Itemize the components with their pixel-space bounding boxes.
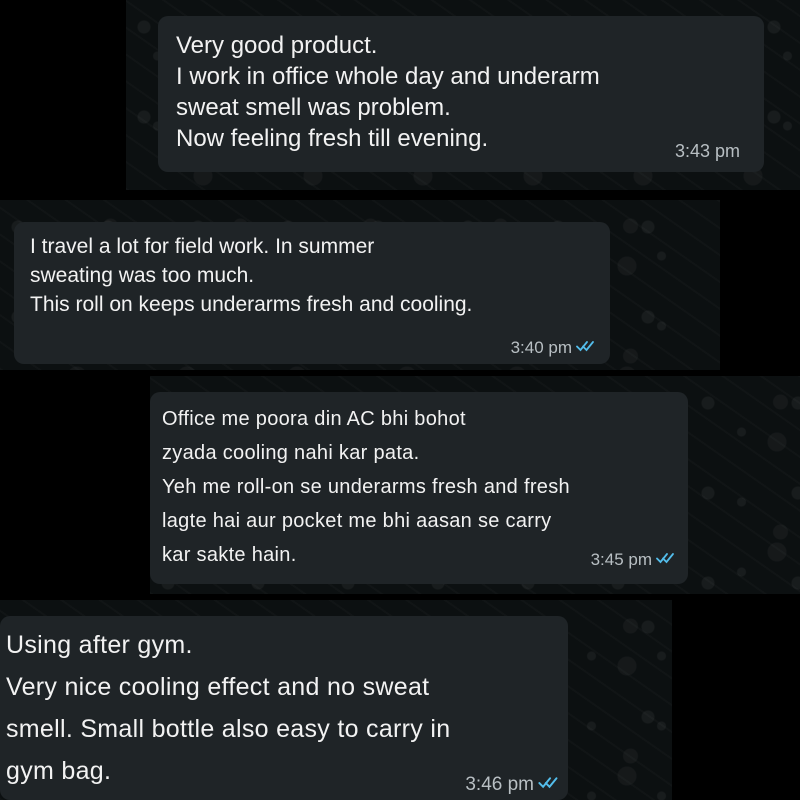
message-line: Yeh me roll-on se underarms fresh and fr… (162, 476, 570, 498)
review-screenshot-collage: Very good product. I work in office whol… (0, 0, 800, 800)
message-bubble-1[interactable]: Very good product. I work in office whol… (158, 16, 764, 172)
message-line: I travel a lot for field work. In summer (30, 235, 375, 258)
message-line: Very nice cooling effect and no sweat (6, 673, 430, 701)
message-line: Now feeling fresh till evening. (176, 125, 489, 152)
message-line: sweat smell was problem. (176, 94, 451, 121)
message-line: Office me poora din AC bhi bohot (162, 408, 466, 430)
message-line: zyada cooling nahi kar pata. (162, 442, 420, 464)
message-bubble-4[interactable]: Using after gym. Very nice cooling effec… (0, 616, 568, 800)
message-text-3: Office me poora din AC bhi bohot zyada c… (162, 402, 676, 572)
message-bubble-2[interactable]: I travel a lot for field work. In summer… (14, 222, 610, 364)
message-timestamp: 3:46 pm (465, 774, 534, 795)
chat-panel-2: I travel a lot for field work. In summer… (0, 200, 720, 370)
message-meta-1: 3:43 pm (675, 141, 740, 162)
message-line: smell. Small bottle also easy to carry i… (6, 715, 451, 743)
message-line: Using after gym. (6, 631, 193, 659)
double-check-icon (576, 338, 596, 358)
message-text-4: Using after gym. Very nice cooling effec… (6, 624, 562, 792)
double-check-icon (656, 550, 676, 570)
message-line: sweating was too much. (30, 264, 255, 287)
message-line: Very good product. (176, 32, 378, 59)
message-timestamp: 3:43 pm (674, 141, 740, 161)
chat-panel-4: Using after gym. Very nice cooling effec… (0, 600, 672, 800)
message-line: lagte hai aur pocket me bhi aasan se car… (162, 510, 552, 532)
message-meta-2: 3:40 pm (511, 338, 596, 358)
chat-panel-1: Very good product. I work in office whol… (126, 0, 800, 190)
message-line: I work in office whole day and underarm (176, 63, 600, 90)
message-line: gym bag. (6, 757, 112, 785)
chat-panel-3: Office me poora din AC bhi bohot zyada c… (150, 376, 800, 594)
message-timestamp: 3:45 pm (590, 550, 652, 569)
message-meta-3: 3:45 pm (591, 550, 676, 570)
message-text-1: Very good product. I work in office whol… (176, 30, 746, 154)
message-line: kar sakte hain. (162, 544, 297, 566)
message-timestamp: 3:40 pm (510, 338, 572, 357)
message-line: This roll on keeps underarms fresh and c… (30, 293, 473, 316)
message-text-2: I travel a lot for field work. In summer… (30, 232, 594, 319)
message-meta-4: 3:46 pm (465, 774, 560, 796)
double-check-icon (538, 774, 560, 796)
message-bubble-3[interactable]: Office me poora din AC bhi bohot zyada c… (150, 392, 688, 584)
